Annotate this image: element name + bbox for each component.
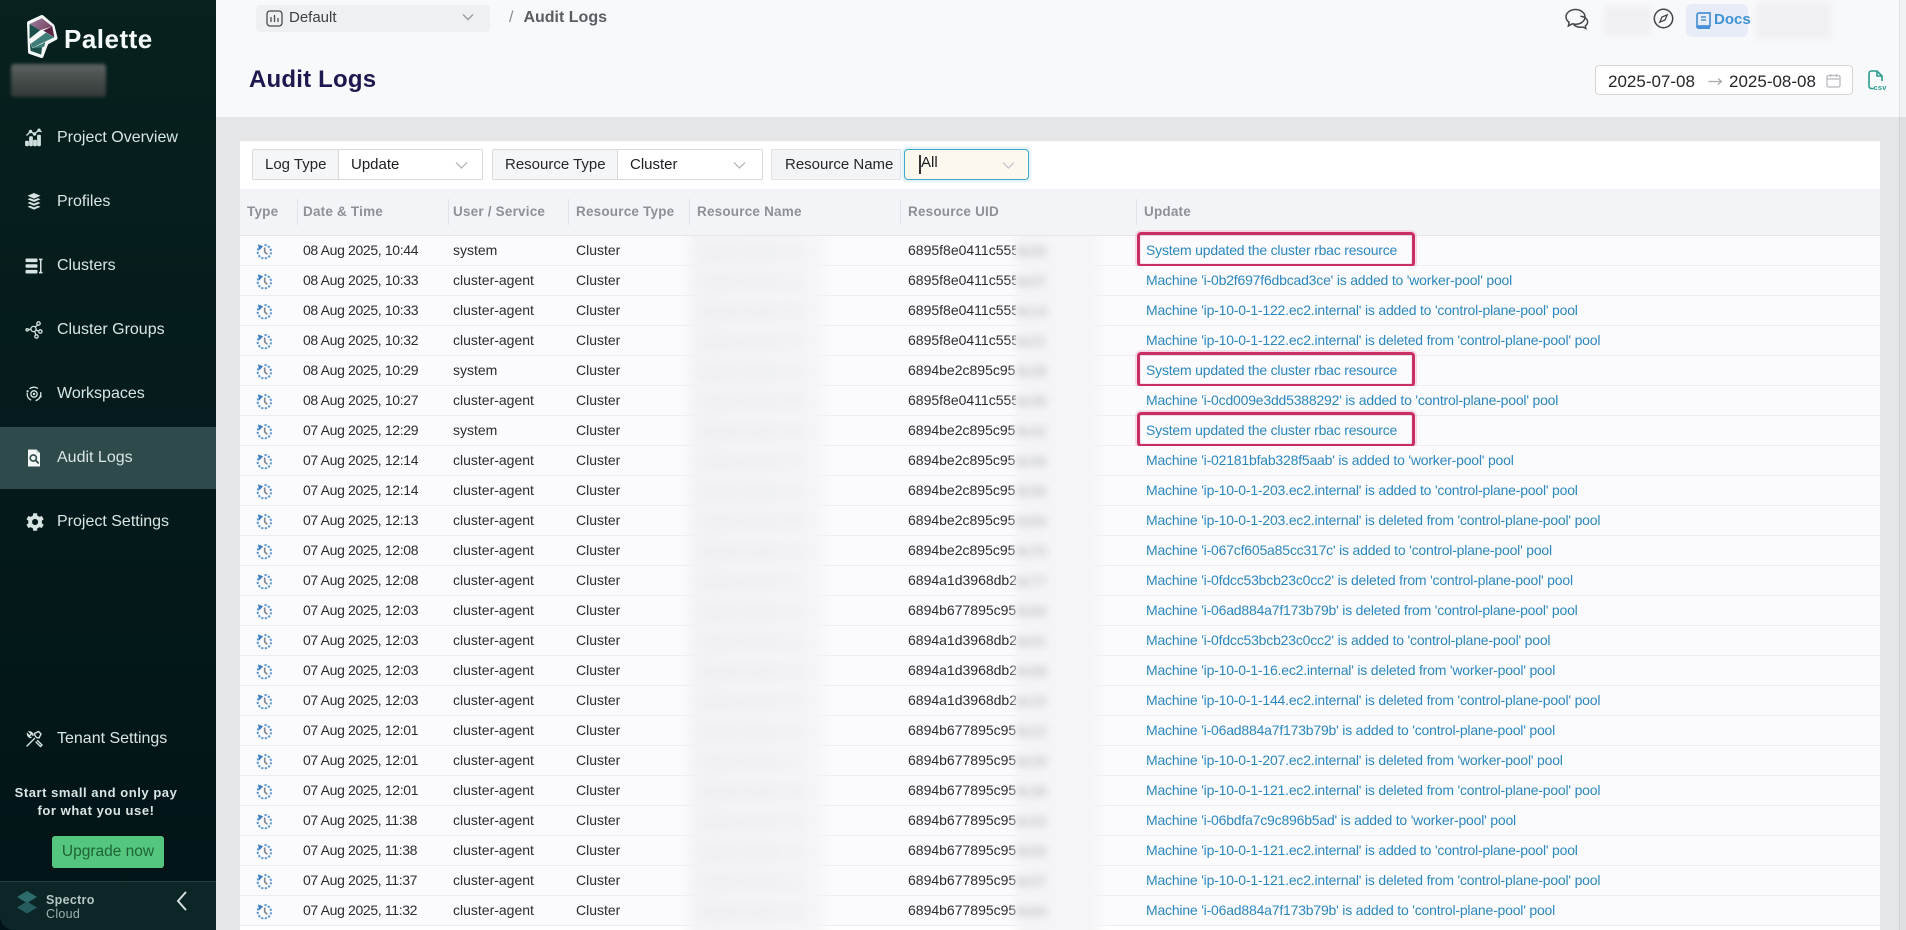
svg-text:csv: csv [1874, 83, 1888, 92]
